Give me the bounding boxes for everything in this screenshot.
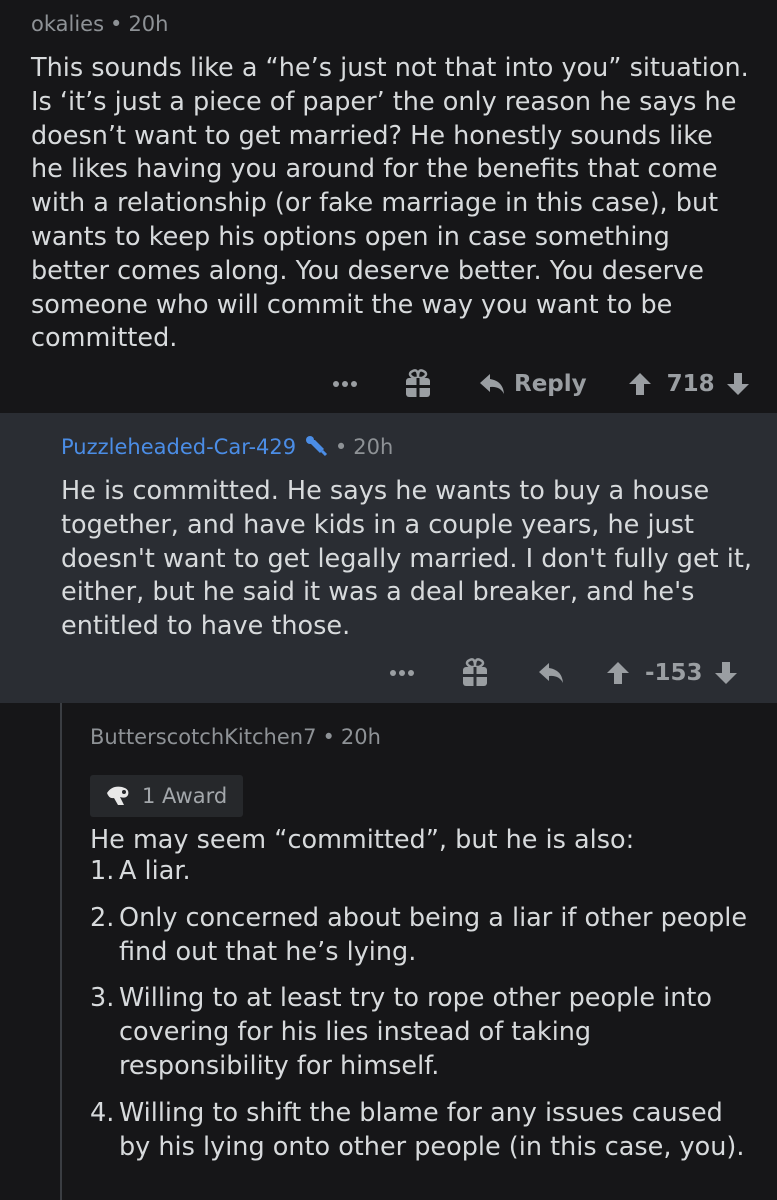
comment-line: someone who will commit the way you want… — [31, 289, 673, 320]
username[interactable]: Puzzleheaded-Car-429 — [61, 435, 296, 459]
gift-icon[interactable] — [404, 369, 432, 399]
separator-dot: • — [110, 12, 123, 36]
downvote-button[interactable] — [713, 660, 739, 686]
list-line: covering for his lies instead of taking — [119, 1017, 592, 1048]
more-options-icon[interactable] — [332, 380, 358, 388]
comment-line: wants to keep his options open in case s… — [31, 221, 670, 252]
comment-body: This sounds like a “he’s just not that i… — [31, 52, 749, 356]
comment-line: doesn’t want to get married? He honestly… — [31, 120, 713, 151]
vote-score: -153 — [645, 660, 703, 686]
list-number: 1. — [90, 856, 115, 886]
list-line: responsibility for himself. — [119, 1050, 440, 1081]
upvote-button[interactable] — [605, 660, 631, 686]
award-badge[interactable]: 1 Award — [90, 775, 244, 817]
list-number: 3. — [90, 983, 115, 1014]
comment-line: he likes having you around for the benef… — [31, 154, 718, 185]
gift-icon[interactable] — [461, 658, 489, 688]
username[interactable]: okalies — [31, 12, 104, 36]
downvote-arrow-icon — [714, 662, 737, 684]
list-line: find out that he’s lying. — [119, 936, 417, 967]
downvote-button[interactable] — [725, 371, 751, 397]
comment-line: with a relationship (or fake marriage in… — [31, 188, 719, 219]
reply-arrow-icon — [539, 663, 563, 683]
upvote-arrow-icon — [607, 662, 629, 684]
comment-actions: Reply 718 — [332, 364, 751, 404]
comment-actions: -153 — [389, 653, 739, 693]
separator-dot: • — [334, 435, 348, 459]
list-line: A liar. — [119, 856, 191, 886]
comment-body: He is committed. He says he wants to buy… — [61, 475, 752, 644]
upvote-button[interactable] — [627, 371, 653, 397]
award-label: 1 Award — [142, 784, 228, 808]
numbered-list: 1. A liar. 2. Only concerned about being… — [90, 855, 760, 1177]
username[interactable]: ButterscotchKitchen7 — [90, 725, 316, 749]
comment-line: doesn't want to get legally married. I d… — [61, 543, 752, 574]
reply-label: Reply — [514, 371, 587, 397]
upvote-arrow-icon — [628, 373, 651, 395]
op-microphone-icon — [305, 436, 327, 457]
comment-okalies: okalies • 20h This sounds like a “he’s jus… — [0, 0, 777, 413]
award-icon — [107, 786, 129, 805]
comment-meta: okalies • 20h — [31, 12, 168, 36]
downvote-arrow-icon — [726, 373, 749, 395]
comment-meta: Puzzleheaded-Car-429 • 20h — [61, 435, 393, 459]
timestamp: 20h — [353, 435, 394, 459]
reply-button[interactable]: Reply — [478, 371, 587, 397]
comment-puzzleheaded: Puzzleheaded-Car-429 • 20h He is committe… — [0, 413, 777, 703]
comment-line: together, and have kids in a couple year… — [61, 509, 695, 540]
comment-line: either, but he said it was a deal breake… — [61, 577, 695, 608]
list-line: Willing to shift the blame for any issue… — [119, 1097, 723, 1128]
thread-line[interactable] — [60, 703, 62, 1200]
timestamp: 20h — [340, 725, 381, 749]
reply-button[interactable] — [537, 661, 565, 685]
comment-butterscotch: ButterscotchKitchen7 • 20h 1 Award He may … — [0, 703, 777, 1200]
comment-intro: He may seem “committed”, but he is also: — [90, 825, 635, 855]
more-options-icon[interactable] — [389, 669, 415, 677]
list-item: 2. Only concerned about being a liar if … — [90, 902, 760, 970]
list-line: Willing to at least try to rope other pe… — [119, 983, 712, 1014]
comment-line: entitled to have those. — [61, 611, 351, 642]
list-line: by his lying onto other people (in this … — [119, 1131, 745, 1162]
list-item: 3. Willing to at least try to rope other… — [90, 982, 760, 1083]
comment-line: committed. — [31, 323, 178, 354]
list-item: 4. Willing to shift the blame for any is… — [90, 1097, 760, 1165]
list-item: 1. A liar. — [90, 855, 760, 889]
list-number: 2. — [90, 902, 115, 933]
comment-line: He is committed. He says he wants to buy… — [61, 476, 710, 506]
comment-line: Is ‘it’s just a piece of paper’ the only… — [31, 86, 737, 117]
reply-arrow-icon — [480, 374, 504, 394]
comment-meta: ButterscotchKitchen7 • 20h — [90, 725, 381, 749]
list-number: 4. — [90, 1097, 115, 1128]
separator-dot: • — [322, 725, 335, 749]
comment-line: better comes along. You deserve better. … — [31, 255, 704, 286]
timestamp: 20h — [128, 12, 169, 36]
comment-line: This sounds like a “he’s just not that i… — [31, 53, 749, 83]
list-line: Only concerned about being a liar if oth… — [119, 902, 748, 933]
vote-score: 718 — [666, 371, 715, 397]
